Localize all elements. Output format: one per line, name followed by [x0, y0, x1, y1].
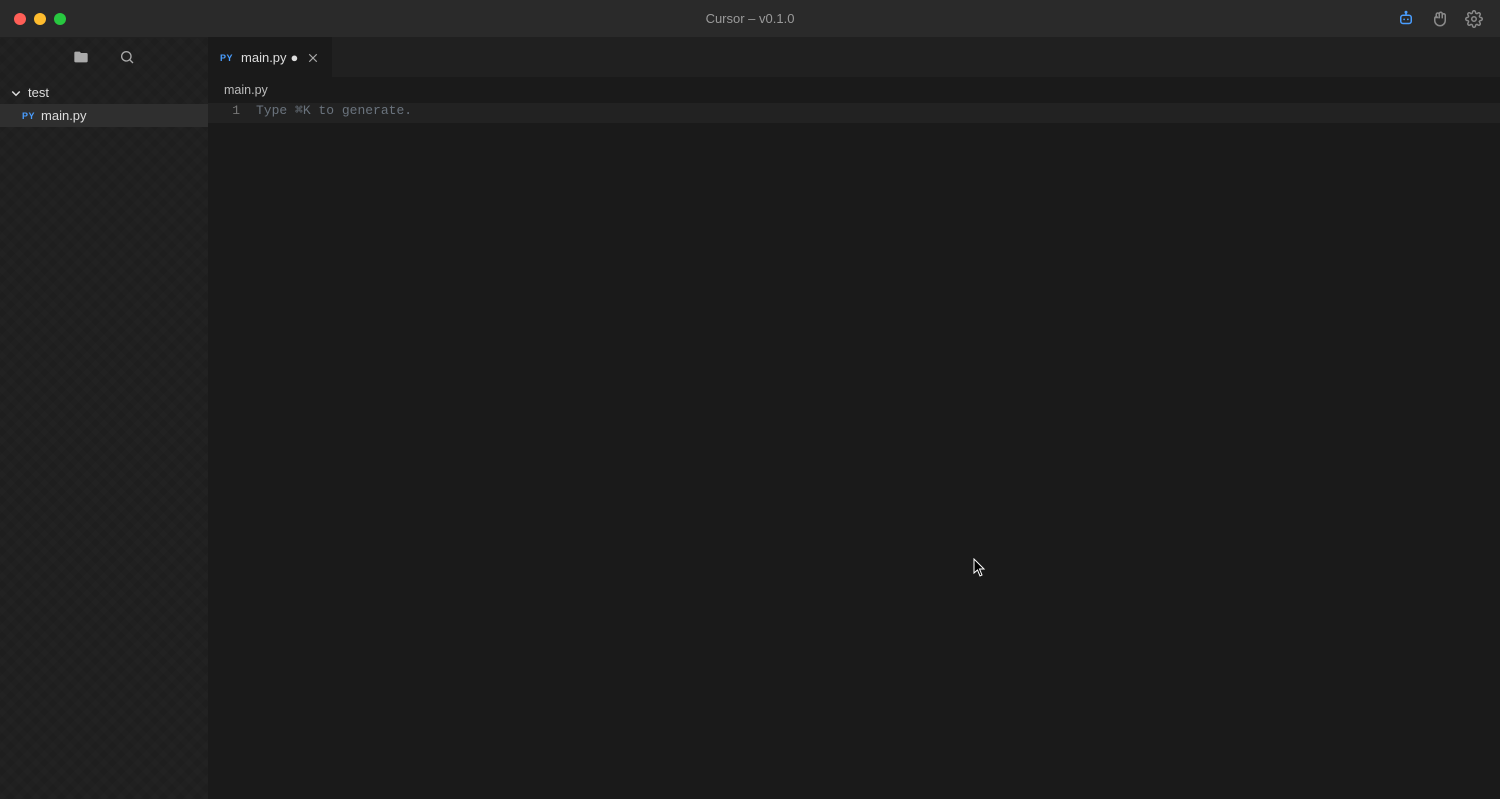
titlebar-actions: [1396, 9, 1500, 29]
breadcrumb-path: main.py: [224, 83, 268, 97]
sidebar-toolbar: [0, 37, 208, 77]
window-title: Cursor – v0.1.0: [706, 11, 795, 26]
titlebar: Cursor – v0.1.0: [0, 0, 1500, 37]
chevron-down-icon: [10, 87, 22, 99]
file-tree: test PY main.py: [0, 77, 208, 127]
tree-file-main-py[interactable]: PY main.py: [0, 104, 208, 127]
tree-file-label: main.py: [41, 108, 87, 123]
tree-folder-label: test: [28, 85, 49, 100]
mouse-cursor-icon: [973, 558, 987, 582]
window-close-button[interactable]: [14, 13, 26, 25]
code-editor[interactable]: 1 Type ⌘K to generate.: [208, 103, 1500, 799]
editor-placeholder: Type ⌘K to generate.: [256, 103, 412, 118]
folder-icon[interactable]: [72, 48, 90, 66]
breadcrumb[interactable]: main.py: [208, 77, 1500, 103]
python-badge-icon: PY: [220, 53, 233, 63]
editor-line: 1 Type ⌘K to generate.: [208, 103, 1500, 123]
python-badge-icon: PY: [22, 111, 35, 121]
traffic-lights: [0, 13, 66, 25]
close-icon[interactable]: [306, 51, 320, 65]
search-icon[interactable]: [118, 48, 136, 66]
tab-main-py[interactable]: PY main.py ●: [208, 37, 332, 77]
tab-dirty-indicator: ●: [291, 50, 299, 65]
sidebar: test PY main.py: [0, 37, 208, 799]
tab-label: main.py: [241, 50, 287, 65]
settings-gear-icon[interactable]: [1464, 9, 1484, 29]
tab-bar: PY main.py ●: [208, 37, 1500, 77]
wave-icon[interactable]: [1430, 9, 1450, 29]
ai-bot-icon[interactable]: [1396, 9, 1416, 29]
window-maximize-button[interactable]: [54, 13, 66, 25]
app-window: Cursor – v0.1.0: [0, 0, 1500, 799]
editor-area: PY main.py ● main.py 1 Type ⌘K to genera…: [208, 37, 1500, 799]
line-number: 1: [208, 103, 256, 118]
main-area: test PY main.py PY main.py ●: [0, 37, 1500, 799]
window-minimize-button[interactable]: [34, 13, 46, 25]
tree-folder-test[interactable]: test: [0, 81, 208, 104]
